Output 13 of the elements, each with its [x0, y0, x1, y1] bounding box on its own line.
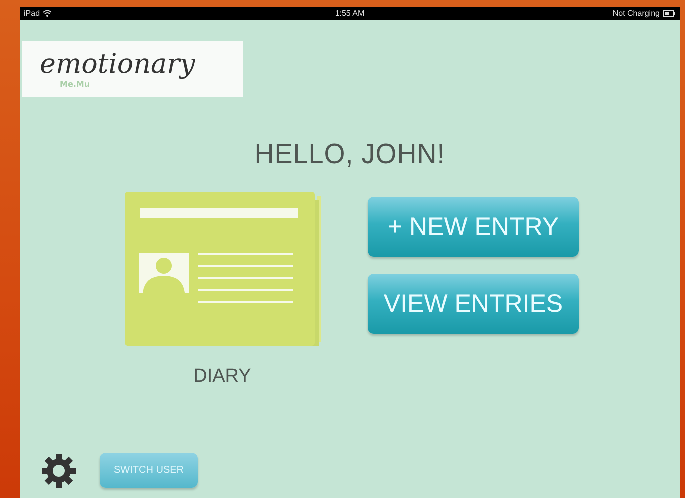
action-button[interactable]: + NEW ENTRY — [368, 197, 579, 257]
action-button[interactable]: VIEW ENTRIES — [368, 274, 579, 334]
greeting: HELLO, JOHN! — [254, 138, 446, 171]
wifi-icon — [43, 10, 52, 17]
app-logo: emotionary — [40, 50, 196, 80]
settings-icon[interactable] — [42, 454, 76, 488]
device-name: iPad — [24, 9, 40, 18]
diary-label: DIARY — [194, 366, 252, 388]
battery-icon — [662, 10, 676, 17]
logo-subtitle: Me.Mu — [60, 80, 92, 88]
status-time: 1:55 AM — [335, 9, 365, 18]
switch-user-button[interactable]: SWITCH USER — [100, 453, 198, 488]
battery-status: Not Charging — [612, 9, 660, 18]
